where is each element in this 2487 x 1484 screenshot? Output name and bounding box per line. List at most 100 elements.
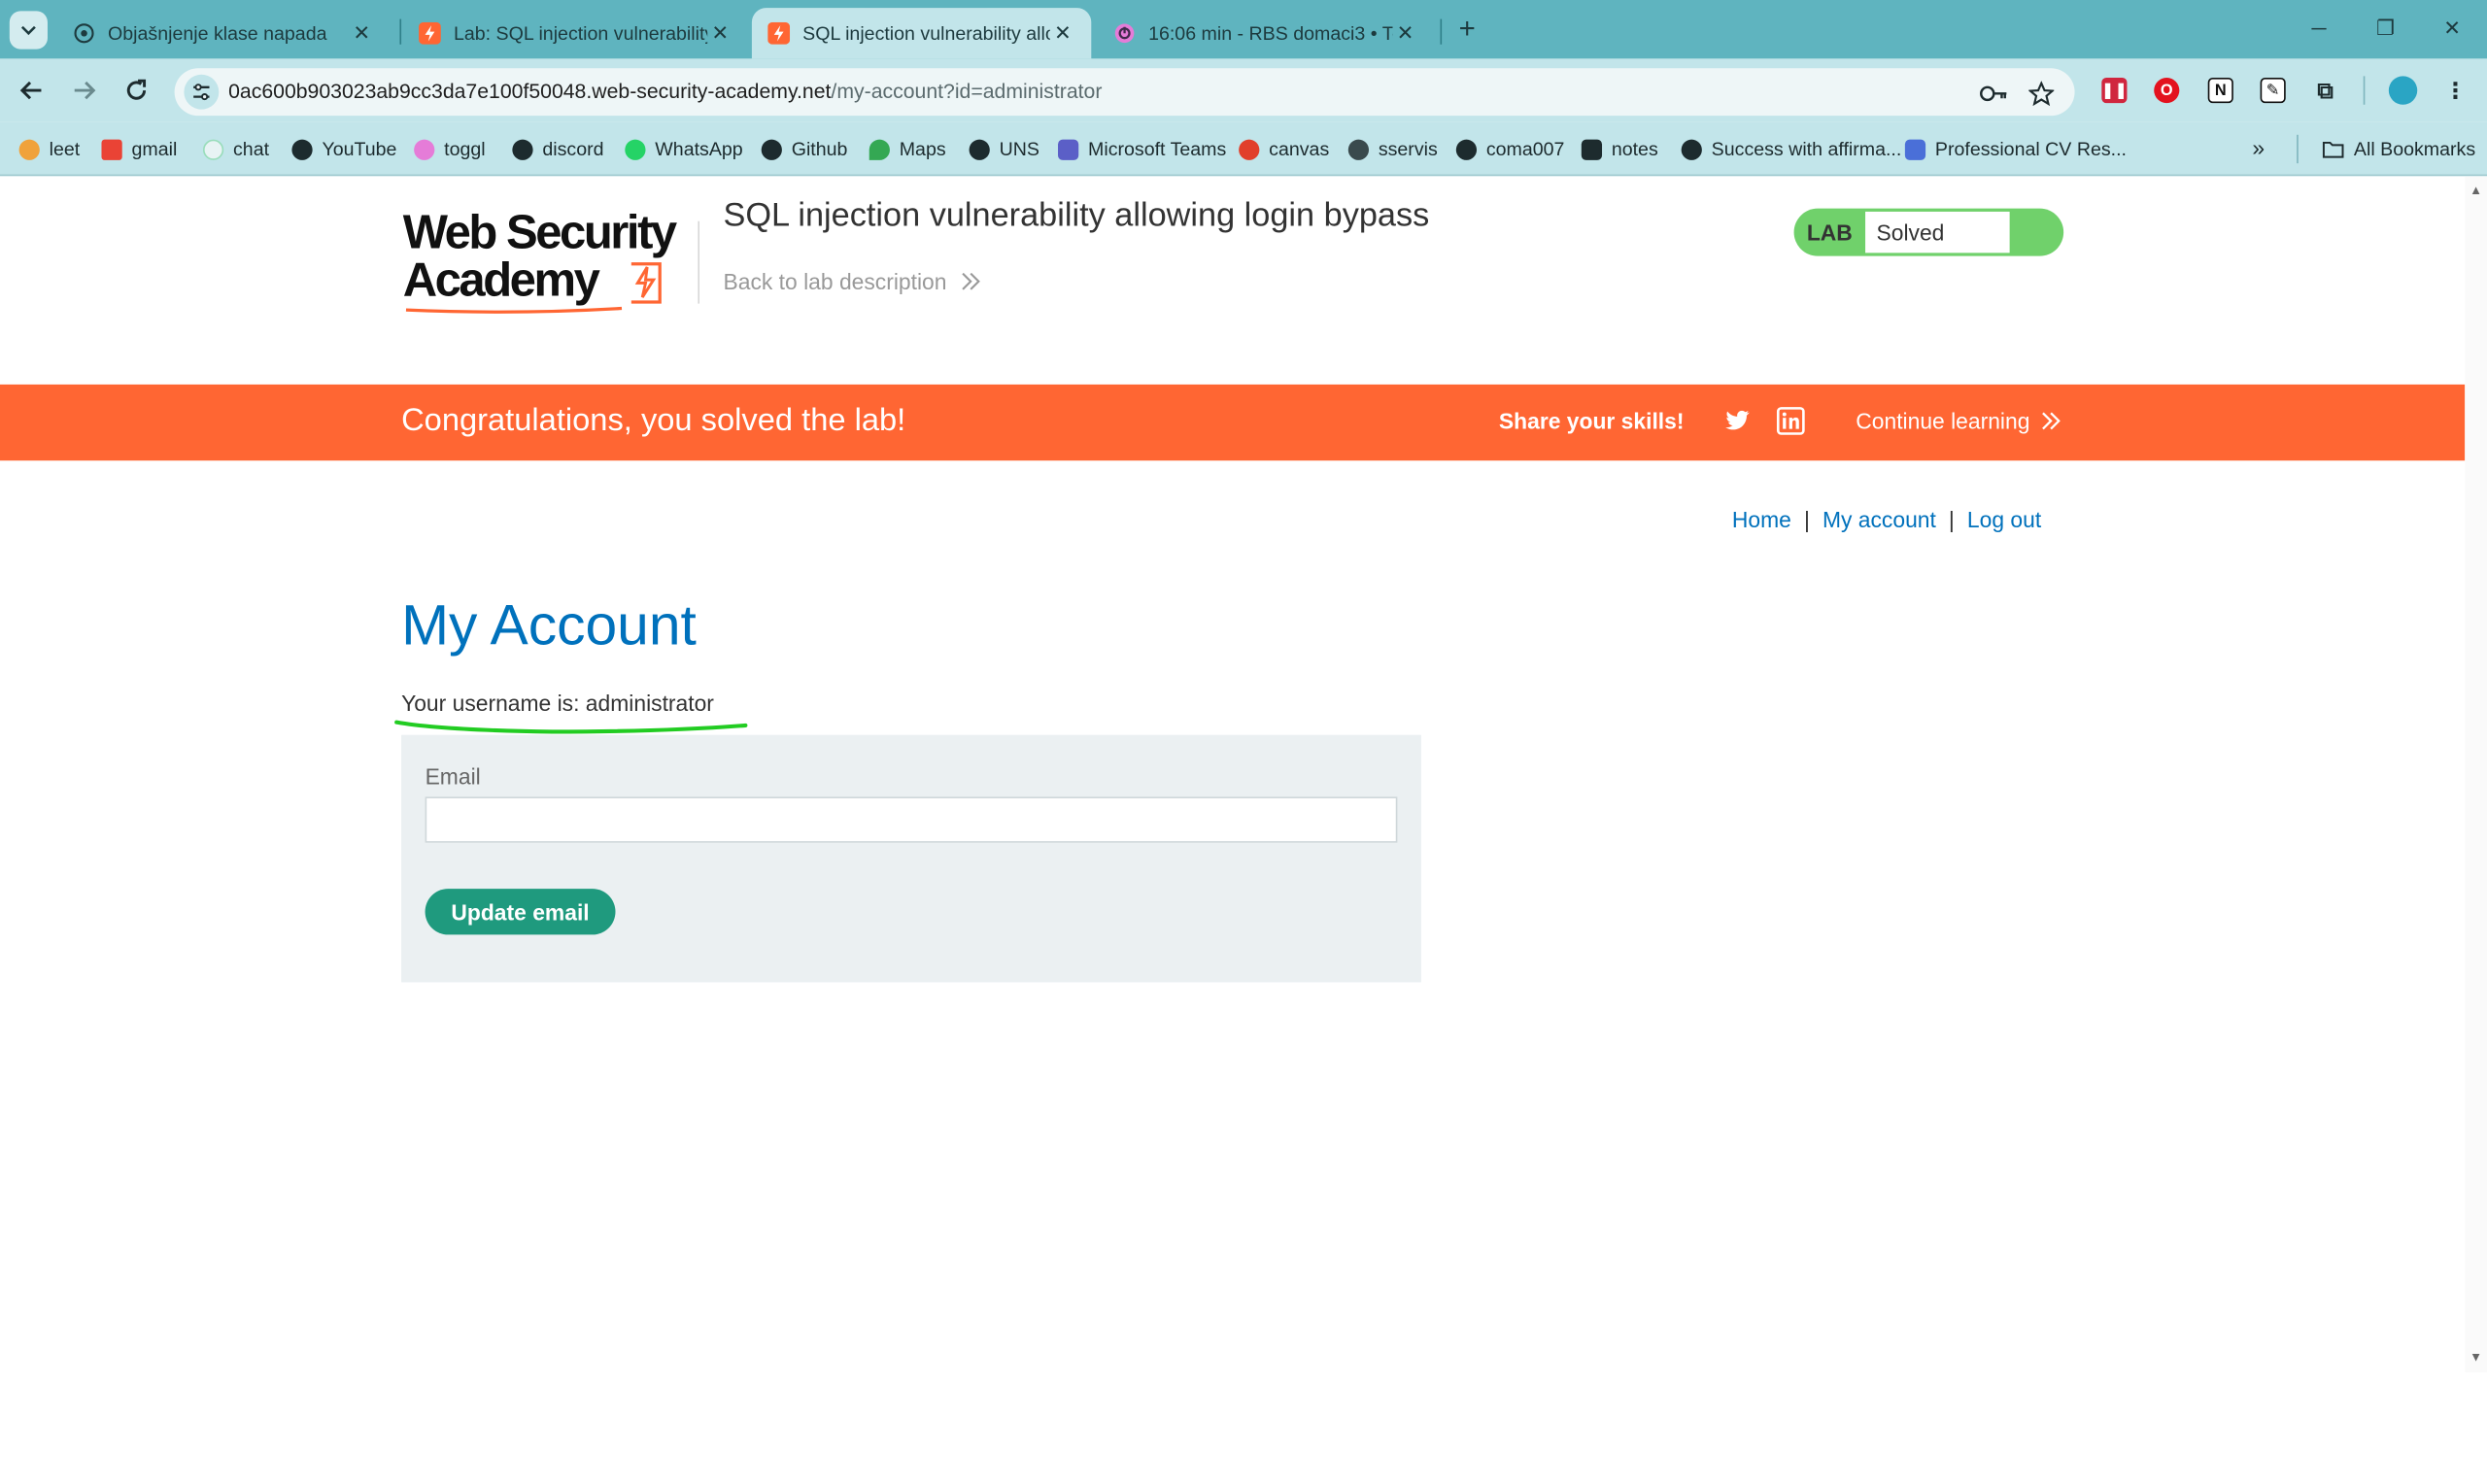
bookmark-leet[interactable]: leet <box>18 135 80 163</box>
scroll-up-icon[interactable]: ▲ <box>2470 184 2482 198</box>
email-field[interactable] <box>425 796 1398 843</box>
bookmark-notes[interactable]: notes <box>1581 135 1658 163</box>
tab-title: SQL injection vulnerability allow <box>802 21 1050 45</box>
close-window-icon[interactable]: ✕ <box>2421 10 2484 48</box>
tab-search-button[interactable] <box>9 11 48 50</box>
page-title: My Account <box>401 591 697 658</box>
edit-extension-icon[interactable]: ✎ <box>2260 78 2286 104</box>
close-icon[interactable]: ✕ <box>707 20 732 46</box>
github-icon <box>1455 138 1478 160</box>
bookmark-youtube[interactable]: YouTube <box>291 135 396 163</box>
pause-extension-icon[interactable]: ❚❚ <box>2101 78 2128 104</box>
back-arrow-icon[interactable] <box>15 73 50 108</box>
header-divider <box>698 220 700 304</box>
forward-arrow-icon[interactable] <box>67 73 102 108</box>
close-icon[interactable]: ✕ <box>1050 20 1075 46</box>
tab-title: Objašnjenje klase napada <box>108 21 327 45</box>
all-bookmarks[interactable]: All Bookmarks <box>2322 135 2475 163</box>
twitter-icon[interactable] <box>1722 407 1751 435</box>
bookmark-success[interactable]: Success with affirma... <box>1681 135 1901 163</box>
top-navigation: Home | My account | Log out <box>1732 507 2041 532</box>
teams-icon <box>1058 138 1079 160</box>
update-email-button[interactable]: Update email <box>425 889 616 935</box>
portswigger-icon <box>419 21 441 45</box>
bookmark-sservis[interactable]: sservis <box>1347 135 1438 163</box>
linkedin-icon[interactable] <box>1776 407 1805 435</box>
bookmarks-overflow-icon[interactable]: » <box>2252 135 2265 160</box>
tab-separator <box>1440 18 1443 45</box>
bookmark-github[interactable]: Github <box>761 135 847 163</box>
github-icon <box>761 138 782 160</box>
browser-toolbar: 0ac600b903023ab9cc3da7e100f50048.web-sec… <box>0 58 2487 122</box>
home-link[interactable]: Home <box>1732 507 1791 532</box>
continue-learning-link[interactable]: Continue learning <box>1856 408 2061 434</box>
share-skills-label: Share your skills! <box>1498 408 1685 434</box>
tab-separator <box>399 18 402 45</box>
tab-toggl[interactable]: 16:06 min - RBS domaci3 • Togg ✕ <box>1098 8 1434 58</box>
lab-badge: LAB <box>1806 219 1853 246</box>
bookmark-whatsapp[interactable]: WhatsApp <box>625 135 743 163</box>
portswigger-icon <box>767 21 791 45</box>
continue-learning-label: Continue learning <box>1856 408 2030 434</box>
tab-objasnjenje[interactable]: Objašnjenje klase napada ✕ <box>57 8 391 58</box>
extensions-puzzle-icon[interactable]: ⧉ <box>2312 77 2337 103</box>
username-text: Your username is: administrator <box>401 690 714 717</box>
globe-icon <box>291 138 313 160</box>
congratulations-message: Congratulations, you solved the lab! <box>401 403 906 439</box>
bookmark-teams[interactable]: Microsoft Teams <box>1058 135 1226 163</box>
close-icon[interactable]: ✕ <box>1393 20 1418 46</box>
folder-icon <box>2322 141 2344 158</box>
scroll-down-icon[interactable]: ▼ <box>2470 1350 2482 1365</box>
address-bar[interactable]: 0ac600b903023ab9cc3da7e100f50048.web-sec… <box>174 68 2075 117</box>
bookmark-cv[interactable]: Professional CV Res... <box>1904 135 2127 163</box>
bookmark-uns[interactable]: UNS <box>969 135 1039 163</box>
logout-link[interactable]: Log out <box>1967 507 2041 532</box>
bookmark-canvas[interactable]: canvas <box>1239 135 1329 163</box>
globe-icon <box>969 138 990 160</box>
bookmark-star-icon[interactable] <box>2027 80 2056 108</box>
gmail-icon <box>101 138 122 160</box>
tab-lab-sql[interactable]: Lab: SQL injection vulnerability ✕ <box>403 8 749 58</box>
lab-title: SQL injection vulnerability allowing log… <box>723 197 1430 234</box>
scrollbar[interactable]: ▲ ▼ <box>2465 177 2487 1373</box>
profile-avatar[interactable] <box>2388 76 2418 105</box>
logo-underline-icon <box>405 306 623 314</box>
bookmark-toggl[interactable]: toggl <box>414 135 486 163</box>
url-text: 0ac600b903023ab9cc3da7e100f50048.web-sec… <box>228 80 1102 103</box>
tab-sql-active[interactable]: SQL injection vulnerability allow ✕ <box>751 8 1092 59</box>
nav-separator: | <box>1948 506 1955 532</box>
logo-text-line2: Academy <box>402 254 600 307</box>
site-info-icon[interactable] <box>184 74 220 110</box>
nav-separator: | <box>1803 506 1810 532</box>
bookmark-coma007[interactable]: coma007 <box>1455 135 1564 163</box>
openai-icon <box>73 22 95 45</box>
opera-extension-icon[interactable]: O <box>2154 78 2180 104</box>
back-link-label: Back to lab description <box>723 268 947 294</box>
tab-title: Lab: SQL injection vulnerability <box>453 21 708 45</box>
close-icon[interactable]: ✕ <box>349 20 374 46</box>
new-tab-button[interactable]: + <box>1453 13 1482 45</box>
tab-title: 16:06 min - RBS domaci3 • Togg <box>1148 21 1392 45</box>
bookmark-chat[interactable]: chat <box>202 135 269 163</box>
bookmarks-divider <box>2297 134 2299 164</box>
menu-kebab-icon[interactable]: ⋮ <box>2442 77 2468 103</box>
solved-banner: Congratulations, you solved the lab! Sha… <box>0 384 2466 461</box>
canvas-icon <box>1239 138 1260 160</box>
restore-icon[interactable]: ❐ <box>2354 10 2417 48</box>
reload-icon[interactable] <box>119 73 153 108</box>
my-account-link[interactable]: My account <box>1823 507 1936 532</box>
globe-icon <box>512 138 533 160</box>
bookmark-discord[interactable]: discord <box>512 135 604 163</box>
bookmark-gmail[interactable]: gmail <box>101 135 177 163</box>
notes-icon <box>1581 138 1603 160</box>
toolbar-divider <box>2363 76 2366 105</box>
back-to-lab-link[interactable]: Back to lab description <box>724 269 982 294</box>
notion-icon[interactable]: N <box>2207 78 2233 104</box>
password-key-icon[interactable] <box>1980 80 2008 108</box>
web-security-academy-logo[interactable]: Web Security Academy <box>402 207 695 314</box>
toggl-icon <box>414 138 435 160</box>
chevron-down-icon <box>20 25 36 36</box>
minimize-icon[interactable]: ─ <box>2287 10 2350 48</box>
web-page: Web Security Academy SQL injection vulne… <box>0 177 2487 1373</box>
bookmark-maps[interactable]: Maps <box>869 135 946 163</box>
